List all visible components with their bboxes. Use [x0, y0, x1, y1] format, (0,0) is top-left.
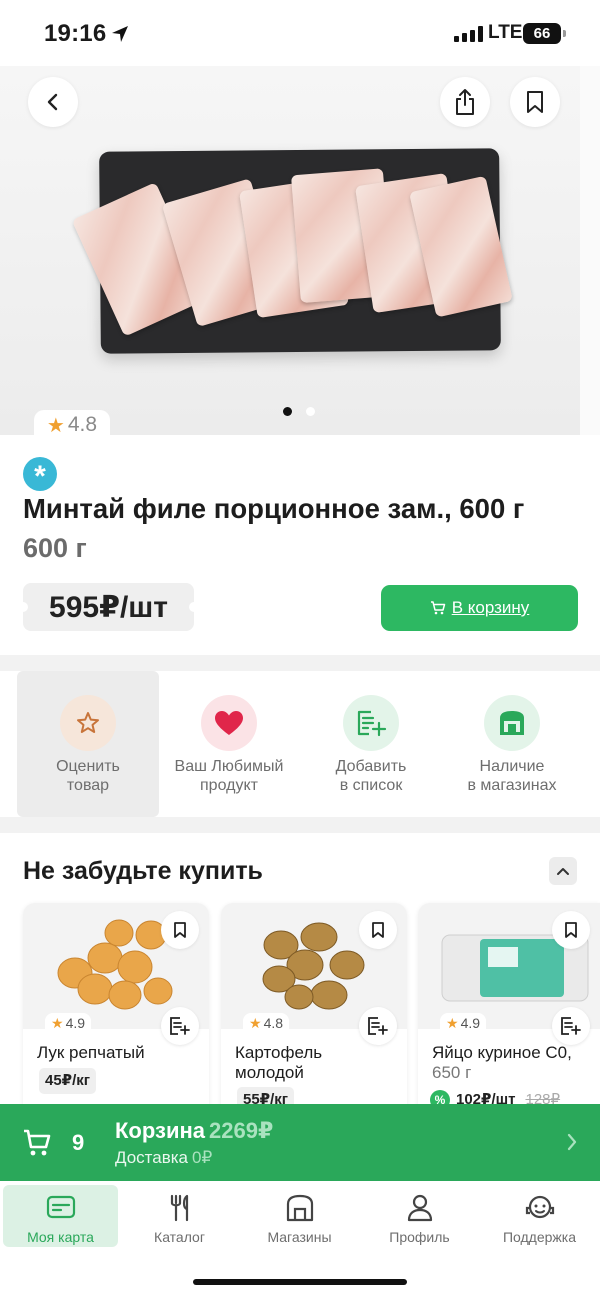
- product-rating: ★ 4.9: [440, 1013, 487, 1033]
- product-rating: ★ 4.9: [45, 1013, 92, 1033]
- cart-label: Корзина: [115, 1118, 205, 1143]
- status-bar: 19:16 LTE 66: [0, 0, 600, 66]
- section-title: Не забудьте купить: [23, 857, 263, 885]
- product-card-eggs[interactable]: ★ 4.9 Яйцо куриное С0, 650 г % 102₽/шт 12…: [418, 903, 600, 1123]
- support-chat-icon: [482, 1194, 597, 1224]
- bookmark-button[interactable]: [161, 911, 199, 949]
- favorite-product-button[interactable]: Ваш Любимый продукт: [158, 671, 300, 817]
- bookmark-button[interactable]: [510, 77, 560, 127]
- store-availability-button[interactable]: Наличие в магазинах: [441, 671, 583, 817]
- bookmark-icon: [565, 922, 577, 938]
- product-card-potato[interactable]: ★ 4.8 Картофель молодой 55₽/кг: [221, 903, 407, 1123]
- bookmark-icon: [174, 922, 186, 938]
- back-button[interactable]: [28, 77, 78, 127]
- person-icon: [362, 1194, 477, 1224]
- product-price: 45₽/кг: [39, 1068, 97, 1094]
- product-info: * Минтай филе порционное зам., 600 г 600…: [0, 435, 600, 655]
- product-card-onion[interactable]: ★ 4.9 Лук репчатый 45₽/кг: [23, 903, 209, 1123]
- product-price: 595₽/шт: [18, 583, 199, 631]
- product-weight: 650 г: [432, 1063, 472, 1082]
- bottom-tab-bar: Моя карта Каталог Магазины Профиль Подде…: [0, 1181, 600, 1297]
- network-type: LTE: [488, 22, 523, 43]
- product-name: Яйцо куриное С0,: [432, 1043, 572, 1062]
- product-rating: ★ 4.8: [243, 1013, 290, 1033]
- add-to-list-button[interactable]: [359, 1007, 397, 1045]
- battery-icon: 66: [523, 23, 566, 44]
- star-icon: ★: [51, 1014, 64, 1031]
- product-actions: Оценить товар Ваш Любимый продукт Добави…: [0, 671, 600, 817]
- store-icon: [484, 695, 540, 751]
- star-icon: ★: [446, 1014, 459, 1031]
- card-icon: [3, 1194, 118, 1224]
- add-to-list-icon: [561, 1017, 581, 1035]
- share-icon: [456, 89, 474, 115]
- status-time: 19:16: [44, 20, 107, 47]
- star-outline-icon: [60, 695, 116, 751]
- heart-icon: [201, 695, 257, 751]
- cart-total: 2269₽: [209, 1118, 274, 1143]
- product-image-gallery[interactable]: [0, 66, 600, 435]
- product-weight: 600 г: [23, 533, 87, 563]
- add-to-list-icon: [368, 1017, 388, 1035]
- share-button[interactable]: [440, 77, 490, 127]
- delivery-value: 0₽: [192, 1148, 213, 1167]
- store-icon: [242, 1194, 357, 1224]
- bookmark-button[interactable]: [552, 911, 590, 949]
- gallery-pagination[interactable]: [283, 407, 315, 416]
- location-arrow-icon: [112, 26, 128, 42]
- recommendations-section: Не забудьте купить ★ 4.9 Лук репчатый 45₽…: [0, 833, 600, 1123]
- chevron-right-icon: [567, 1133, 577, 1151]
- tab-stores[interactable]: Магазины: [242, 1185, 357, 1247]
- tab-support[interactable]: Поддержка: [482, 1185, 597, 1247]
- chevron-left-icon: [47, 93, 58, 111]
- star-icon: ★: [249, 1014, 262, 1031]
- bookmark-icon: [527, 91, 543, 113]
- product-photo: [71, 148, 513, 354]
- rate-product-button[interactable]: Оценить товар: [17, 671, 159, 817]
- pagination-dot-active[interactable]: [283, 407, 292, 416]
- add-to-list-button[interactable]: Добавить в список: [300, 671, 442, 817]
- fork-knife-icon: [122, 1194, 237, 1224]
- signal-icon: [454, 26, 483, 42]
- add-to-cart-button[interactable]: В корзину: [381, 585, 578, 631]
- collapse-button[interactable]: [549, 857, 577, 885]
- shopping-cart-icon: [24, 1129, 51, 1156]
- delivery-label: Доставка: [115, 1148, 189, 1167]
- bookmark-button[interactable]: [359, 911, 397, 949]
- tab-profile[interactable]: Профиль: [362, 1185, 477, 1247]
- home-indicator: [193, 1279, 407, 1285]
- star-icon: ★: [46, 414, 65, 437]
- tab-my-card[interactable]: Моя карта: [3, 1185, 118, 1247]
- frozen-snowflake-icon: *: [23, 457, 57, 493]
- tab-catalog[interactable]: Каталог: [122, 1185, 237, 1247]
- bookmark-icon: [372, 922, 384, 938]
- add-to-list-icon: [170, 1017, 190, 1035]
- product-title: Минтай филе порционное зам., 600 г: [23, 493, 525, 524]
- cart-icon: [430, 601, 445, 615]
- add-to-list-button[interactable]: [161, 1007, 199, 1045]
- product-name: Лук репчатый: [37, 1043, 145, 1062]
- chevron-up-icon: [557, 868, 569, 875]
- cart-summary-bar[interactable]: 9 Корзина 2269₽ Доставка 0₽: [0, 1104, 600, 1181]
- add-to-list-button[interactable]: [552, 1007, 590, 1045]
- cart-count: 9: [72, 1130, 85, 1155]
- add-to-list-icon: [343, 695, 399, 751]
- product-name: Картофель молодой: [235, 1043, 323, 1082]
- pagination-dot[interactable]: [306, 407, 315, 416]
